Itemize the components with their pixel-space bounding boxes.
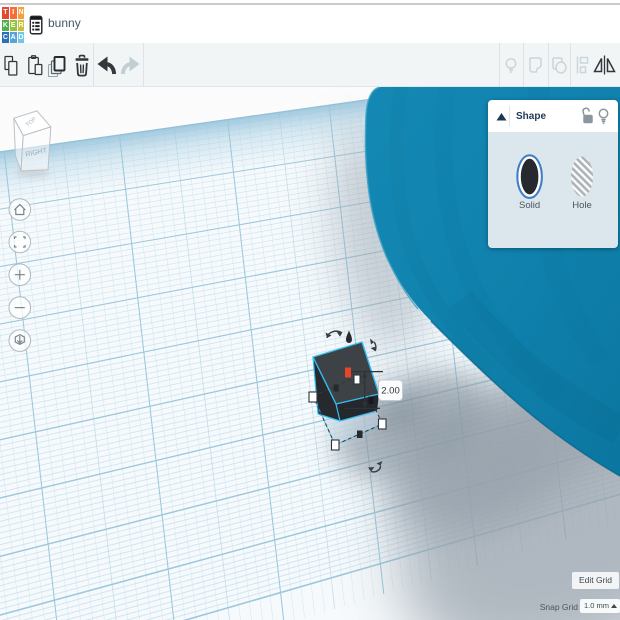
svg-text:2.00: 2.00 [381,386,400,397]
